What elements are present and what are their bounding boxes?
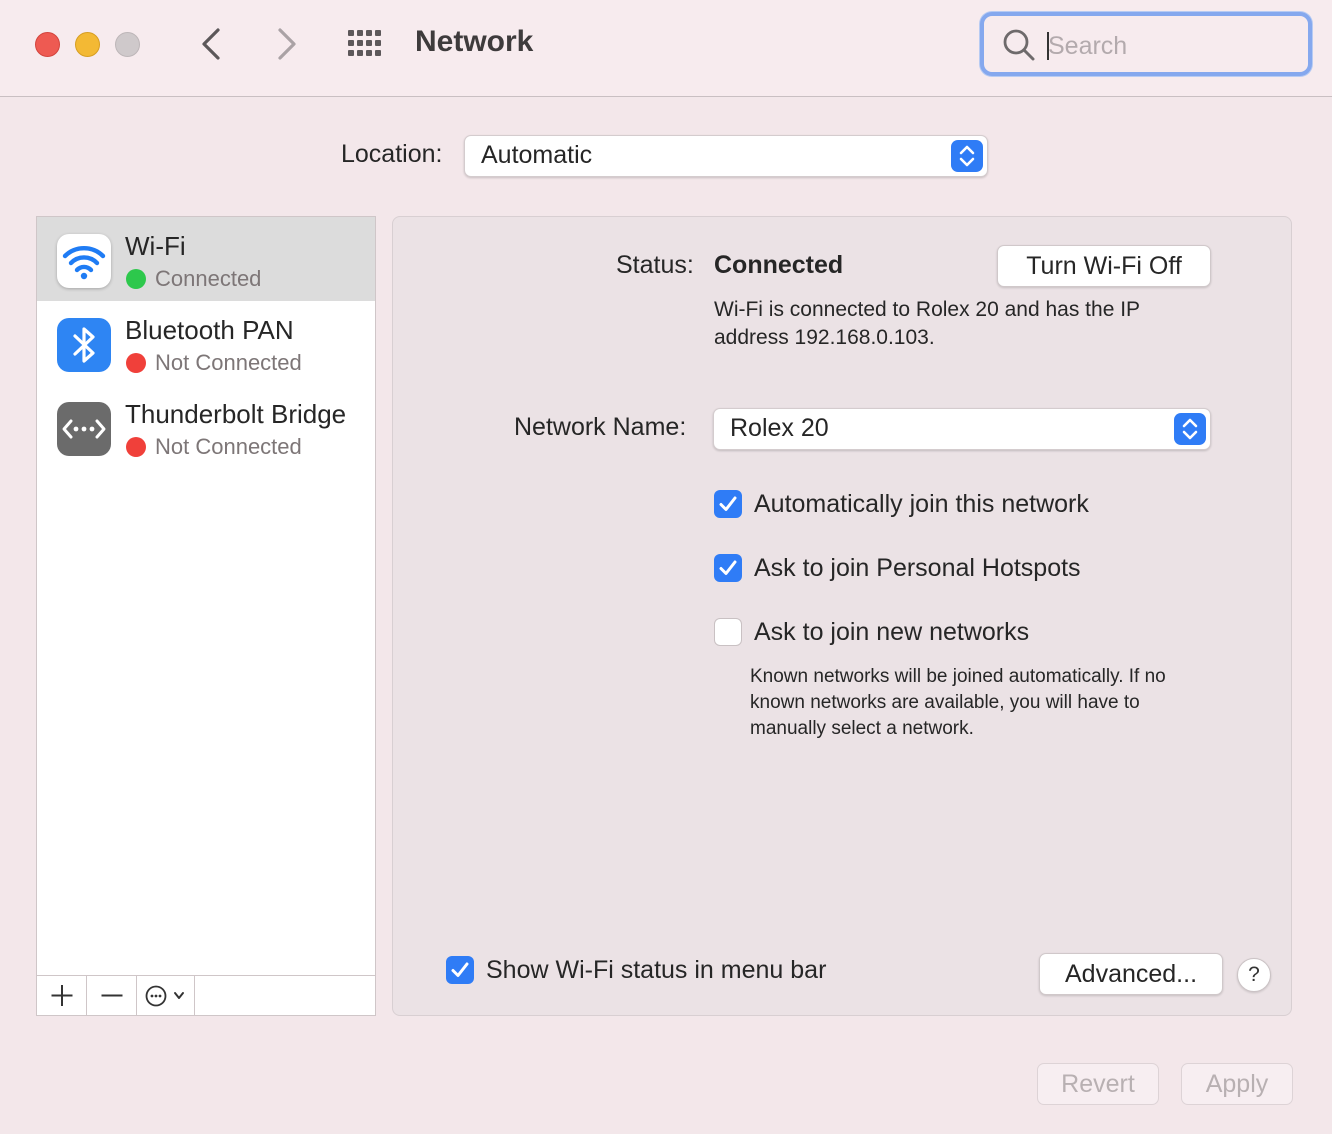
ellipsis-circle-icon: [145, 985, 184, 1007]
search-placeholder: Search: [1048, 32, 1128, 60]
location-popup[interactable]: Automatic: [464, 135, 988, 177]
service-status: Not Connected: [155, 434, 302, 459]
service-name: Thunderbolt Bridge: [125, 399, 347, 429]
personal-hotspots-checkbox[interactable]: [714, 554, 742, 582]
action-menu-button[interactable]: [137, 976, 195, 1015]
status-indicator: [126, 437, 146, 457]
chevron-right-icon: [278, 28, 296, 60]
location-value: Automatic: [481, 141, 593, 169]
minus-icon: [101, 994, 123, 997]
status-value: Connected: [714, 251, 844, 279]
checkmark-icon: [719, 496, 737, 511]
text-cursor: [1047, 32, 1049, 60]
wifi-icon: [57, 234, 111, 288]
auto-join-label[interactable]: Automatically join this network: [754, 490, 1089, 519]
service-list: Wi-Fi Connected Bluetooth PAN Not Connec…: [36, 216, 376, 1016]
title-bar: Network Search: [0, 0, 1332, 97]
service-status: Connected: [155, 266, 262, 291]
plus-icon: [51, 985, 73, 1006]
revert-button[interactable]: Revert: [1037, 1063, 1159, 1105]
show-wifi-status-checkbox[interactable]: [446, 956, 474, 984]
show-wifi-status-label[interactable]: Show Wi-Fi status in menu bar: [486, 956, 826, 985]
new-networks-checkbox[interactable]: [714, 618, 742, 646]
status-label: Status:: [616, 251, 694, 279]
forward-button[interactable]: [268, 24, 304, 64]
new-networks-hint: Known networks will be joined automatica…: [750, 666, 1166, 739]
network-name-label: Network Name:: [514, 413, 687, 441]
remove-service-button[interactable]: [87, 976, 137, 1015]
status-indicator: [126, 353, 146, 373]
service-list-toolbar: [37, 975, 375, 1015]
service-item-thunderbolt-bridge[interactable]: Thunderbolt Bridge Not Connected: [37, 385, 375, 469]
add-service-button[interactable]: [37, 976, 87, 1015]
service-item-bluetooth-pan[interactable]: Bluetooth PAN Not Connected: [37, 301, 375, 385]
service-name: Bluetooth PAN: [125, 315, 294, 345]
search-field[interactable]: Search: [980, 12, 1312, 76]
back-button[interactable]: [194, 24, 230, 64]
bluetooth-icon: [57, 318, 111, 372]
popup-stepper-icon: [1174, 413, 1206, 445]
network-name-value: Rolex 20: [730, 414, 829, 442]
new-networks-label[interactable]: Ask to join new networks: [754, 618, 1029, 647]
status-description: Wi-Fi is connected to Rolex 20 and has t…: [714, 298, 1140, 349]
help-button[interactable]: ?: [1237, 958, 1271, 992]
personal-hotspots-label[interactable]: Ask to join Personal Hotspots: [754, 554, 1081, 583]
chevron-left-icon: [202, 28, 220, 60]
close-window-button[interactable]: [35, 32, 60, 57]
grid-icon: [348, 30, 381, 56]
service-status: Not Connected: [155, 350, 302, 375]
service-name: Wi-Fi: [125, 231, 186, 261]
location-label: Location:: [341, 140, 443, 168]
auto-join-checkbox[interactable]: [714, 490, 742, 518]
checkmark-icon: [451, 962, 469, 977]
turn-wifi-off-button[interactable]: Turn Wi-Fi Off: [997, 245, 1211, 287]
status-indicator: [126, 269, 146, 289]
thunderbolt-bridge-icon: [57, 402, 111, 456]
apply-button[interactable]: Apply: [1181, 1063, 1293, 1105]
zoom-window-button[interactable]: [115, 32, 140, 57]
advanced-button[interactable]: Advanced...: [1039, 953, 1223, 995]
popup-stepper-icon: [951, 140, 983, 172]
minimize-window-button[interactable]: [75, 32, 100, 57]
search-icon: [1003, 29, 1035, 61]
window-title: Network: [415, 25, 534, 58]
show-all-button[interactable]: [346, 29, 386, 59]
network-name-popup[interactable]: Rolex 20: [713, 408, 1211, 450]
checkmark-icon: [719, 560, 737, 575]
service-item-wifi[interactable]: Wi-Fi Connected: [37, 217, 375, 301]
